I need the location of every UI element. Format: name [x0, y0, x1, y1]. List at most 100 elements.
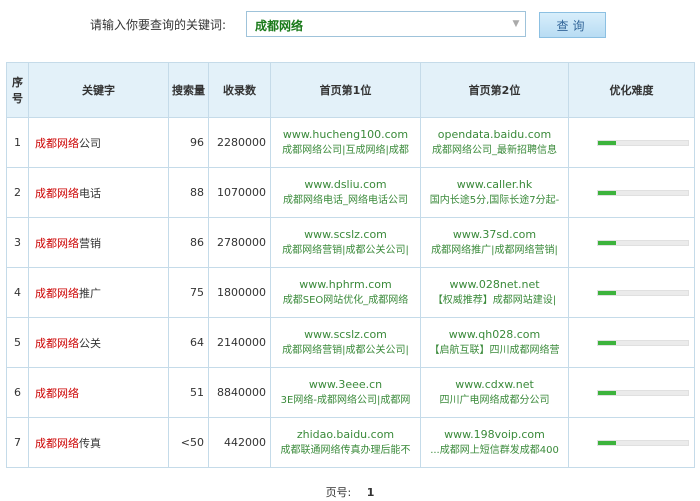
search-button[interactable]: 查询 — [539, 12, 606, 38]
pos2-url[interactable]: www.198voip.com — [421, 427, 568, 443]
pos2-url[interactable]: www.caller.hk — [421, 177, 568, 193]
header-volume: 搜索量 — [168, 62, 209, 118]
difficulty-bar — [597, 439, 689, 446]
pos1-desc: 成都网络公司|互成网络|成都 — [282, 144, 409, 156]
pos1-url[interactable]: www.scslz.com — [271, 327, 420, 343]
row-difficulty — [568, 417, 695, 468]
row-keyword[interactable]: 成都网络营销 — [28, 217, 169, 268]
row-num: 2 — [6, 167, 29, 218]
pos2-url[interactable]: www.qh028.com — [421, 327, 568, 343]
row-keyword[interactable]: 成都网络推广 — [28, 267, 169, 318]
pos1-url[interactable]: www.dsliu.com — [271, 177, 420, 193]
pos2-desc: 成都网络推广|成都网络营销| — [431, 244, 558, 256]
keyword-rest: 推广 — [79, 286, 101, 300]
row-difficulty — [568, 167, 695, 218]
keyword-highlight: 成都网络 — [35, 436, 79, 450]
pos2-url[interactable]: www.cdxw.net — [421, 377, 568, 393]
header-count: 收录数 — [208, 62, 271, 118]
row-difficulty — [568, 367, 695, 418]
pos1-url[interactable]: www.hucheng100.com — [271, 127, 420, 143]
difficulty-bar-fill — [598, 390, 616, 395]
row-volume: 64 — [168, 317, 209, 368]
row-difficulty — [568, 217, 695, 268]
table-header-row: 序号 关键字 搜索量 收录数 首页第1位 首页第2位 优化难度 — [6, 62, 695, 118]
keyword-rest: 营销 — [79, 236, 101, 250]
header-num: 序号 — [6, 62, 29, 118]
row-keyword[interactable]: 成都网络传真 — [28, 417, 169, 468]
difficulty-bar — [597, 189, 689, 196]
difficulty-bar — [597, 239, 689, 246]
table-row: 2 成都网络电话 88 1070000 www.dsliu.com 成都网络电话_网络电话… — [6, 167, 695, 218]
row-difficulty — [568, 267, 695, 318]
pos1-url[interactable]: www.3eee.cn — [271, 377, 420, 393]
table-row: 4 成都网络推广 75 1800000 www.hphrm.com 成都SEO网站优化_成… — [6, 267, 695, 318]
pos1-url[interactable]: zhidao.baidu.com — [271, 427, 420, 443]
pos2-url[interactable]: www.37sd.com — [421, 227, 568, 243]
results-table: 序号 关键字 搜索量 收录数 首页第1位 首页第2位 优化难度 1 成都网络公司 9… — [6, 62, 695, 468]
row-pos1: www.scslz.com 成都网络营销|成都公关公司| — [270, 217, 421, 268]
difficulty-bar — [597, 139, 689, 146]
row-count: 2780000 — [208, 217, 271, 268]
row-pos1: www.hphrm.com 成都SEO网站优化_成都网络 — [270, 267, 421, 318]
keyword-rest: 传真 — [79, 436, 101, 450]
pager-label: 页号: — [325, 486, 352, 499]
row-num: 3 — [6, 217, 29, 268]
row-pos2: www.37sd.com 成都网络推广|成都网络营销| — [420, 217, 569, 268]
row-pos1: www.dsliu.com 成都网络电话_网络电话公司 — [270, 167, 421, 218]
search-bar: 请输入你要查询的关键词: 成都网络 ▼ 查询 — [0, 0, 700, 50]
pos2-desc: 成都网络公司_最新招聘信息 — [432, 144, 557, 156]
row-pos1: www.hucheng100.com 成都网络公司|互成网络|成都 — [270, 117, 421, 168]
row-count: 2140000 — [208, 317, 271, 368]
chevron-down-icon[interactable]: ▼ — [507, 12, 525, 36]
page-number[interactable]: 1 — [367, 486, 375, 499]
pos1-desc: 成都网络营销|成都公关公司| — [282, 244, 409, 256]
row-pos2: www.198voip.com ...成都网上短信群发成都400 — [420, 417, 569, 468]
keyword-rest: 电话 — [79, 186, 101, 200]
row-count: 8840000 — [208, 367, 271, 418]
row-volume: 75 — [168, 267, 209, 318]
pos1-desc: 成都网络电话_网络电话公司 — [283, 194, 408, 206]
row-volume: 96 — [168, 117, 209, 168]
keyword-highlight: 成都网络 — [35, 186, 79, 200]
row-count: 1800000 — [208, 267, 271, 318]
header-pos1: 首页第1位 — [270, 62, 421, 118]
search-input-value: 成都网络 — [255, 19, 304, 33]
pos1-url[interactable]: www.scslz.com — [271, 227, 420, 243]
pos2-desc: 【权威推荐】成都网站建设| — [432, 294, 557, 306]
row-pos1: www.3eee.cn 3E网络-成都网络公司|成都网 — [270, 367, 421, 418]
keyword-highlight: 成都网络 — [35, 236, 79, 250]
keyword-highlight: 成都网络 — [35, 136, 79, 150]
difficulty-bar — [597, 389, 689, 396]
row-pos2: www.cdxw.net 四川广电网络成都分公司 — [420, 367, 569, 418]
table-row: 5 成都网络公关 64 2140000 www.scslz.com 成都网络营销|成都公关… — [6, 317, 695, 368]
row-keyword[interactable]: 成都网络公司 — [28, 117, 169, 168]
pos2-url[interactable]: opendata.baidu.com — [421, 127, 568, 143]
row-difficulty — [568, 317, 695, 368]
row-num: 1 — [6, 117, 29, 168]
search-input[interactable]: 成都网络 ▼ — [246, 11, 526, 37]
pos1-url[interactable]: www.hphrm.com — [271, 277, 420, 293]
row-keyword[interactable]: 成都网络电话 — [28, 167, 169, 218]
row-pos2: www.qh028.com 【启航互联】四川成都网络营 — [420, 317, 569, 368]
difficulty-bar-fill — [598, 440, 616, 445]
row-keyword[interactable]: 成都网络 — [28, 367, 169, 418]
row-keyword[interactable]: 成都网络公关 — [28, 317, 169, 368]
row-num: 5 — [6, 317, 29, 368]
row-difficulty — [568, 117, 695, 168]
difficulty-bar-fill — [598, 140, 616, 145]
keyword-highlight: 成都网络 — [35, 386, 79, 400]
row-pos1: zhidao.baidu.com 成都联通网络传真办理后能不 — [270, 417, 421, 468]
pos1-desc: 成都联通网络传真办理后能不 — [280, 444, 411, 456]
keyword-rest: 公司 — [79, 136, 101, 150]
pos1-desc: 成都SEO网站优化_成都网络 — [282, 294, 409, 306]
row-count: 1070000 — [208, 167, 271, 218]
table-row: 3 成都网络营销 86 2780000 www.scslz.com 成都网络营销|成都公关… — [6, 217, 695, 268]
header-difficulty: 优化难度 — [568, 62, 695, 118]
pos2-desc: 四川广电网络成都分公司 — [439, 394, 550, 406]
pos1-desc: 3E网络-成都网络公司|成都网 — [280, 394, 411, 406]
row-num: 7 — [6, 417, 29, 468]
row-num: 4 — [6, 267, 29, 318]
table-row: 1 成都网络公司 96 2280000 www.hucheng100.com 成都网络公司… — [6, 117, 695, 168]
header-keyword: 关键字 — [28, 62, 169, 118]
pos2-url[interactable]: www.028net.net — [421, 277, 568, 293]
